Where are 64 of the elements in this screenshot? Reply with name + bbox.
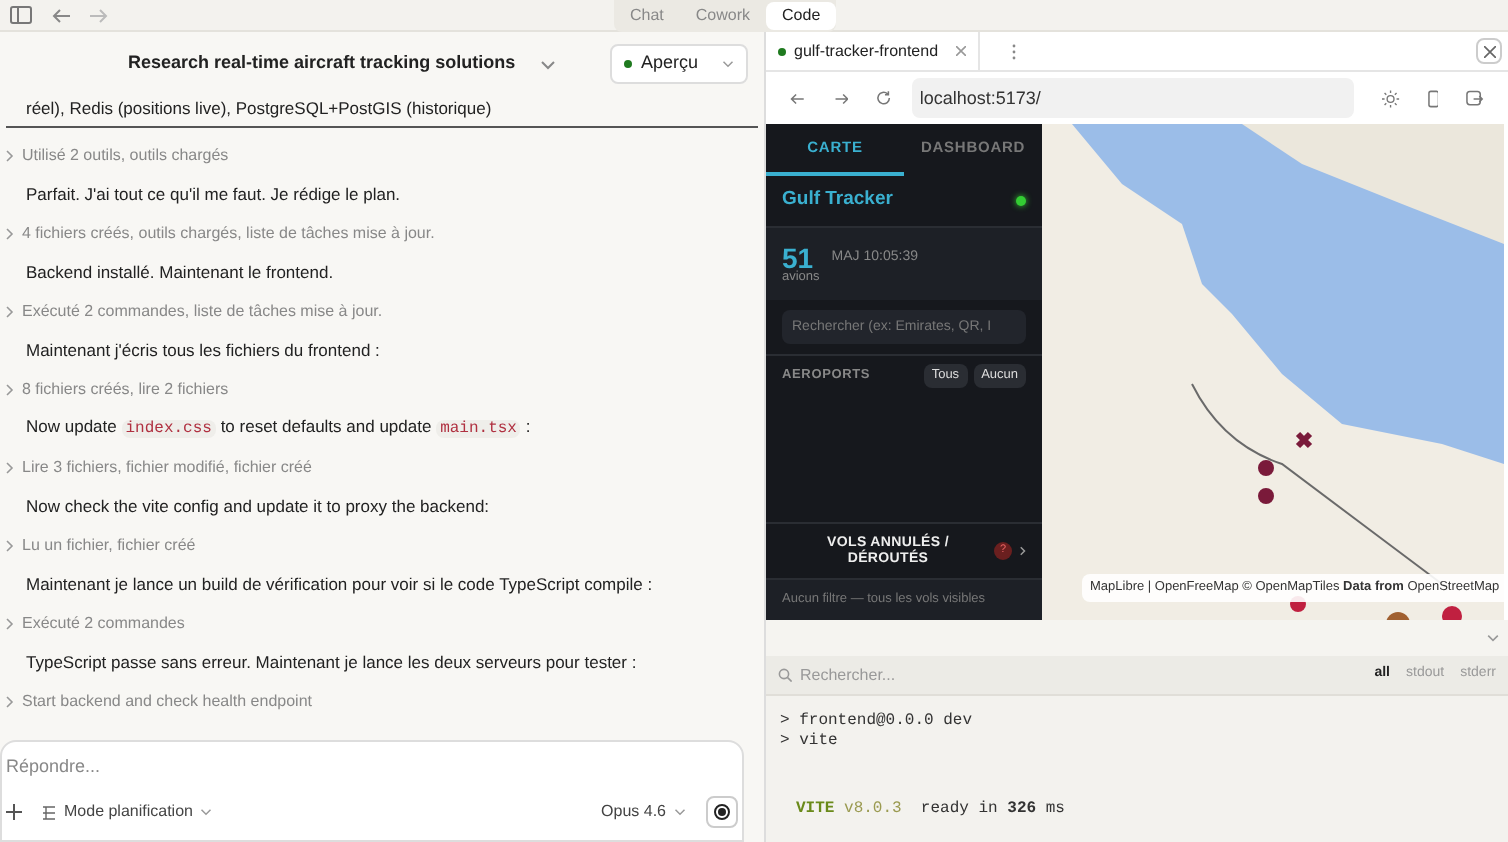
tool-summary[interactable]: Start backend and check health endpoint	[22, 689, 312, 714]
tool-summary[interactable]: 4 fichiers créés, outils chargés, liste de tâches mise à jour.	[22, 221, 435, 246]
chevron-down-icon	[674, 808, 686, 816]
assistant-message: réel), Redis (positions live), PostgreSQL+PostGIS (historique)	[26, 96, 492, 122]
sun-icon[interactable]	[1382, 89, 1400, 107]
chevron-down-icon	[200, 808, 213, 816]
tool-summary[interactable]: Exécuté 2 commandes, liste de tâches mise à jour.	[22, 299, 383, 324]
forward-arrow-icon[interactable]	[833, 91, 849, 105]
chevron-right-icon[interactable]	[1020, 546, 1026, 556]
model-dropdown[interactable]: Opus 4.6	[601, 800, 686, 824]
record-button[interactable]	[706, 796, 738, 828]
assistant-message: Backend installé. Maintenant le frontend.	[26, 259, 334, 286]
back-arrow-icon[interactable]	[52, 7, 72, 23]
assistant-message: TypeScript passe sans erreur. Maintenant je lance les deux serveurs pour tester :	[26, 649, 637, 676]
aircraft-count: 51	[782, 243, 814, 272]
chevron-down-icon[interactable]	[539, 59, 556, 69]
chevron-right-icon[interactable]	[6, 227, 14, 240]
tool-summary[interactable]: Exécuté 2 commandes	[22, 611, 185, 636]
chevron-right-icon[interactable]	[6, 149, 14, 162]
log-search-field[interactable]: Rechercher...	[800, 663, 1367, 687]
chevron-right-icon[interactable]	[6, 461, 14, 474]
terminal-line: VITE v8.0.3 ready in 326 ms	[794, 800, 1067, 820]
terminal-line: > frontend@0.0.0 dev	[780, 712, 975, 732]
close-icon	[1483, 45, 1495, 57]
mode-tab[interactable]: Code	[766, 2, 837, 30]
chevron-right-icon[interactable]	[6, 539, 14, 552]
tab-title: gulf-tracker-frontend	[794, 39, 939, 63]
tool-summary[interactable]: Lire 3 fichiers, fichier modifié, fichier créé	[22, 455, 312, 480]
reply-field[interactable]: Répondre...	[6, 742, 738, 790]
mode-tab[interactable]: Cowork	[679, 2, 767, 30]
sidebar-toggle-icon[interactable]	[10, 6, 32, 24]
assistant-message: Maintenant j'écris tous les fichiers du frontend :	[26, 337, 380, 364]
composer-box[interactable]: Répondre... Mode planification Opus 4.6	[0, 740, 744, 842]
chevron-right-icon[interactable]	[6, 695, 14, 708]
tool-summary[interactable]: 8 fichiers créés, lire 2 fichiers	[22, 377, 229, 402]
reload-icon[interactable]	[876, 90, 892, 106]
chevron-right-icon[interactable]	[6, 617, 14, 630]
tool-summary[interactable]: Utilisé 2 outils, outils chargés	[22, 143, 229, 168]
assistant-message: Maintenant je lance un build de vérification pour voir si le code TypeScript compile :	[26, 571, 653, 598]
chevron-right-icon[interactable]	[6, 305, 14, 318]
search-icon	[778, 668, 792, 682]
mode-dropdown[interactable]: Mode planification	[42, 800, 213, 824]
external-window-icon[interactable]	[1466, 89, 1485, 107]
url-field[interactable]: localhost:5173/	[911, 78, 1355, 118]
assistant-message: Now check the vite config and update it to proxy the backend:	[26, 493, 490, 520]
conversation-title: Research real-time aircraft tracking solutions	[128, 50, 516, 77]
tool-summary[interactable]: Lu un fichier, fichier créé	[22, 533, 196, 558]
chevron-right-icon[interactable]	[6, 383, 14, 396]
close-button[interactable]	[1476, 38, 1502, 64]
more-options-icon[interactable]	[1012, 43, 1017, 59]
mode-tab[interactable]: Chat	[614, 2, 680, 30]
assistant-message: Parfait. J'ai tout ce qu'il me faut. Je rédige le plan.	[26, 181, 401, 208]
close-icon[interactable]	[956, 46, 967, 56]
browser-tab[interactable]: gulf-tracker-frontend	[766, 32, 981, 70]
app-title: Gulf Tracker	[782, 186, 893, 215]
terminal-line: > vite	[780, 732, 840, 752]
phone-icon[interactable]	[1427, 89, 1439, 107]
plus-icon[interactable]	[6, 804, 22, 820]
assistant-message: Now update index.css to reset defaults and update main.tsx :	[26, 414, 531, 443]
chevron-down-icon[interactable]	[722, 60, 734, 68]
back-arrow-icon[interactable]	[790, 91, 806, 105]
forward-arrow-icon[interactable]	[88, 7, 108, 23]
plan-icon	[42, 805, 56, 819]
chevron-down-icon[interactable]	[1486, 634, 1500, 642]
